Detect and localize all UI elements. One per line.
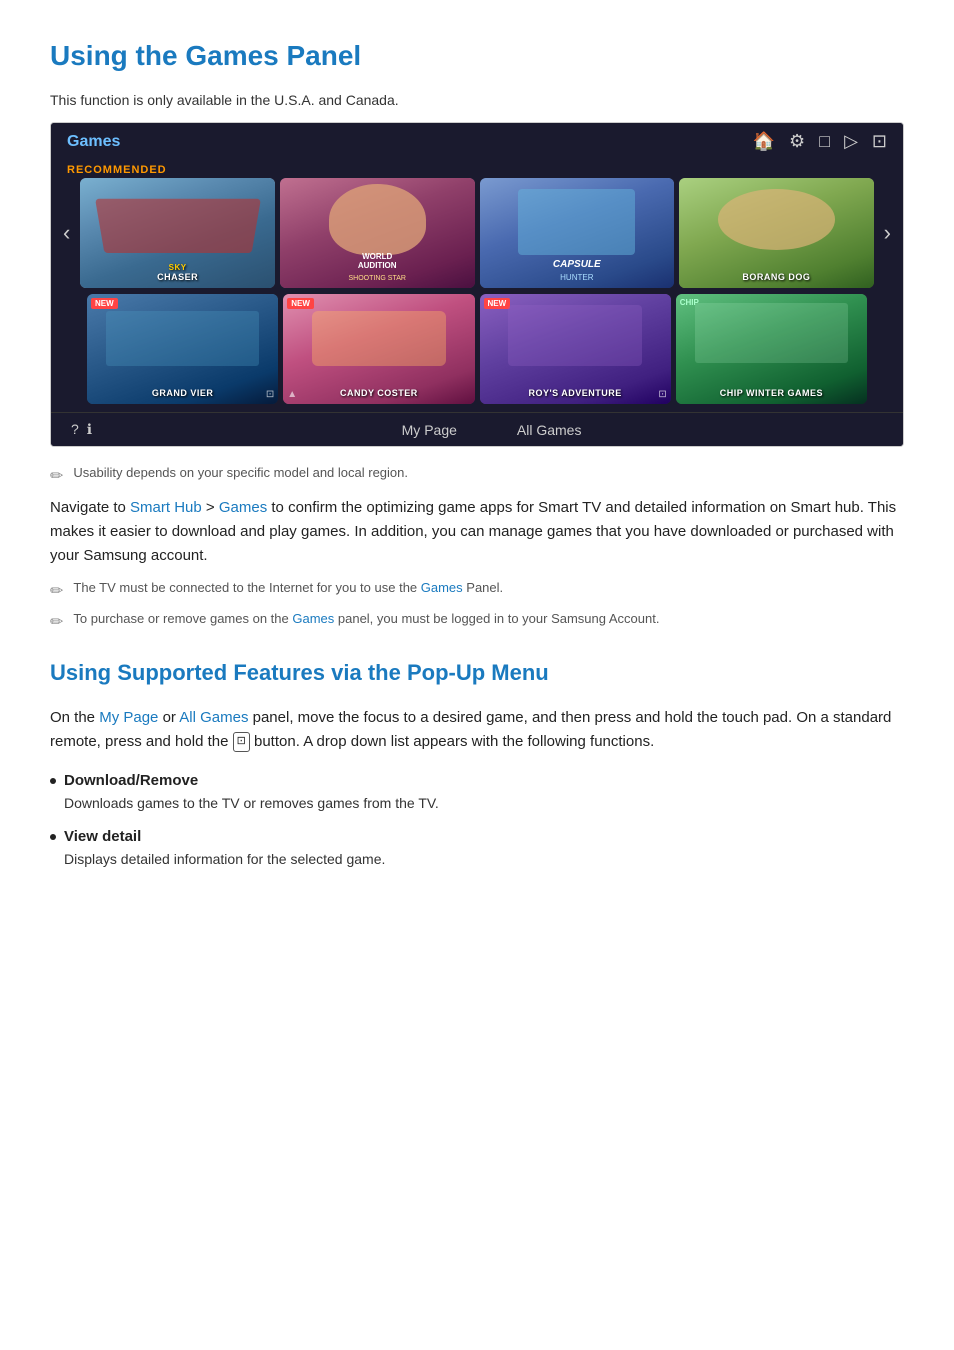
link-my-page[interactable]: My Page [99, 709, 158, 726]
game-label-borang: BORANG DOG [679, 272, 874, 282]
note-icon-2: ✏ [50, 581, 63, 601]
game-label-candy: CANDY COSTER [283, 388, 474, 398]
note-text-1: Usability depends on your specific model… [73, 465, 408, 480]
link-games-main[interactable]: Games [219, 499, 267, 516]
section-divider: Using Supported Features via the Pop-Up … [50, 660, 904, 686]
game-card-candy-coster[interactable]: NEW CANDY COSTER ▲ [283, 294, 474, 404]
footer-info-icon[interactable]: ℹ [87, 421, 92, 438]
panel-icon-grid[interactable]: ⊡ [872, 131, 887, 152]
panel-icon-settings[interactable]: ⚙ [789, 131, 805, 152]
note-icon-3: ✏ [50, 612, 63, 632]
panel-icons: 🏠 ⚙ □ ▷ ⊡ [753, 131, 887, 152]
game-card-world-audition[interactable]: WORLDAUDITION SHOOTING STAR [280, 178, 475, 288]
note-icon-1: ✏ [50, 466, 63, 486]
link-games-note3[interactable]: Games [292, 611, 334, 626]
game-label-chip: CHIP WINTER GAMES [676, 388, 867, 398]
badge-new-roy: NEW [484, 298, 511, 309]
panel-icon-home[interactable]: 🏠 [753, 131, 775, 152]
game-label-roy: ROY'S ADVENTURE [480, 388, 671, 398]
main-paragraph: Navigate to Smart Hub > Games to confirm… [50, 496, 904, 568]
footer-help-icon[interactable]: ? [71, 421, 79, 438]
section2-intro: On the My Page or All Games panel, move … [50, 706, 904, 754]
note-text-3: To purchase or remove games on the Games… [73, 611, 659, 626]
game-icon-grand: ⊡ [266, 389, 274, 400]
footer-my-page[interactable]: My Page [402, 422, 457, 438]
badge-new-grand: NEW [91, 298, 118, 309]
badge-new-candy: NEW [287, 298, 314, 309]
game-card-capsule-hunter[interactable]: CAPSULE HUNTER [480, 178, 675, 288]
s2-intro-after2: button. A drop down list appears with th… [250, 733, 654, 750]
link-games-note2[interactable]: Games [421, 580, 463, 595]
game-card-sky-chaser[interactable]: SKY CHASER [80, 178, 275, 288]
game-label-sky: SKY CHASER [80, 262, 275, 282]
note-1: ✏ Usability depends on your specific mod… [50, 465, 904, 486]
bullet-item-download: Download/Remove Downloads games to the T… [50, 772, 904, 814]
game-card-chip-winter[interactable]: CHIP CHIP WINTER GAMES [676, 294, 867, 404]
game-label-grand: GRAND VIER [87, 388, 278, 398]
section2-title: Using Supported Features via the Pop-Up … [50, 660, 904, 686]
badge-chip: CHIP [680, 298, 699, 307]
games-row-2: NEW GRAND VIER ⊡ NEW CANDY COSTER ▲ NEW … [51, 294, 903, 412]
arrow-right[interactable]: › [880, 220, 895, 246]
recommended-label: RECOMMENDED [51, 160, 903, 178]
panel-icon-screen[interactable]: □ [819, 131, 830, 152]
panel-header: Games 🏠 ⚙ □ ▷ ⊡ [51, 123, 903, 160]
footer-icons: ? ℹ [71, 421, 92, 438]
bullet-title-download: Download/Remove [50, 772, 904, 789]
bullet-desc-viewdetail: Displays detailed information for the se… [50, 849, 904, 870]
bullet-dot-2 [50, 834, 56, 840]
page-title: Using the Games Panel [50, 40, 904, 72]
game-icon-roy: ⊡ [658, 389, 666, 400]
footer-all-games[interactable]: All Games [517, 422, 582, 438]
s2-or: or [158, 709, 179, 726]
main-para-arrow: > [202, 499, 219, 516]
main-para-before: Navigate to [50, 499, 130, 516]
note-3: ✏ To purchase or remove games on the Gam… [50, 611, 904, 632]
arrow-left[interactable]: ‹ [59, 220, 74, 246]
games-row-1: ‹ SKY CHASER WORLDAUDITION SHOOTING STAR [51, 178, 903, 294]
note-text-2: The TV must be connected to the Internet… [73, 580, 503, 595]
bullet-item-viewdetail: View detail Displays detailed informatio… [50, 828, 904, 870]
bullet-dot-1 [50, 778, 56, 784]
s2-intro-before: On the [50, 709, 99, 726]
intro-text: This function is only available in the U… [50, 92, 904, 108]
panel-title: Games [67, 133, 120, 151]
bullet-title-viewdetail: View detail [50, 828, 904, 845]
remote-icon: ⊡ [233, 732, 250, 752]
game-card-grand-vier[interactable]: NEW GRAND VIER ⊡ [87, 294, 278, 404]
games-grid-1: SKY CHASER WORLDAUDITION SHOOTING STAR C… [80, 178, 873, 288]
games-grid-2: NEW GRAND VIER ⊡ NEW CANDY COSTER ▲ NEW … [87, 294, 867, 404]
games-panel: Games 🏠 ⚙ □ ▷ ⊡ RECOMMENDED ‹ SKY CHASER [50, 122, 904, 447]
panel-footer: ? ℹ My Page All Games [51, 412, 903, 446]
link-smart-hub[interactable]: Smart Hub [130, 499, 202, 516]
link-all-games[interactable]: All Games [179, 709, 248, 726]
game-card-borang-dog[interactable]: BORANG DOG [679, 178, 874, 288]
game-card-roys-adventure[interactable]: NEW ROY'S ADVENTURE ⊡ [480, 294, 671, 404]
panel-icon-play[interactable]: ▷ [844, 131, 858, 152]
bullet-section: Download/Remove Downloads games to the T… [50, 772, 904, 870]
bullet-desc-download: Downloads games to the TV or removes gam… [50, 793, 904, 814]
note-2: ✏ The TV must be connected to the Intern… [50, 580, 904, 601]
footer-links: My Page All Games [100, 422, 883, 438]
game-icon-candy: ▲ [287, 389, 297, 400]
